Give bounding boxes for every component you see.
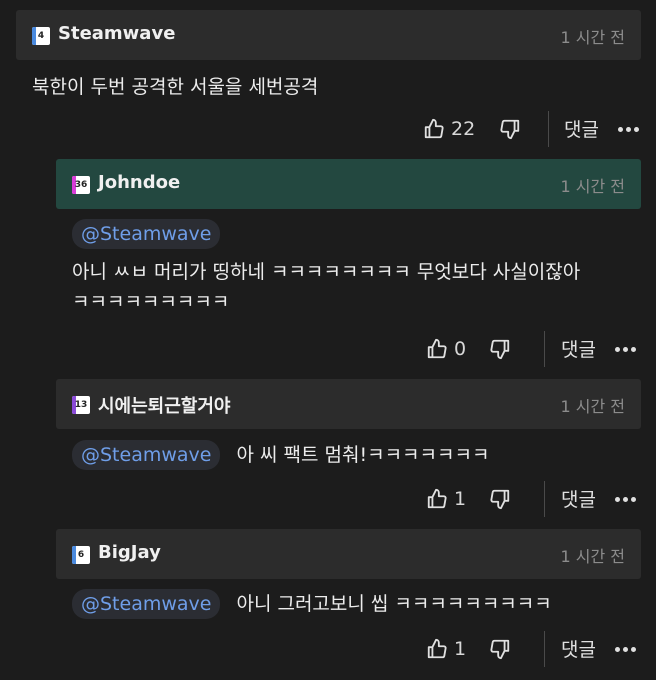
comment-header: 13 시에는퇴근할거야 1 시간 전 — [56, 379, 641, 429]
dislike-button[interactable] — [489, 481, 511, 517]
reply-button[interactable]: 댓글 — [561, 335, 596, 362]
comment-text: 아니 ㅆㅂ 머리가 띵하네 ㅋㅋㅋㅋㅋㅋㅋㅋ 무엇보다 사실이잖아 ㅋㅋㅋㅋㅋㅋ… — [72, 261, 581, 313]
comment-text: 아 씨 팩트 멈춰!ㅋㅋㅋㅋㅋㅋㅋ — [236, 444, 490, 466]
comment-text: 북한이 두번 공격한 서울을 세번공격 — [32, 76, 319, 98]
more-options-button[interactable] — [615, 331, 636, 367]
more-dots-icon — [615, 346, 620, 352]
more-options-button[interactable] — [615, 481, 636, 517]
level-badge-icon: 36 — [72, 176, 90, 194]
mention-tag[interactable]: @Steamwave — [72, 440, 221, 470]
comment-text: 아니 그러고보니 씹 ㅋㅋㅋㅋㅋㅋㅋㅋㅋ — [236, 593, 552, 615]
like-button[interactable]: 0 — [426, 331, 466, 367]
more-options-button[interactable] — [618, 111, 639, 147]
dislike-button[interactable] — [499, 111, 521, 147]
level-badge-icon: 4 — [32, 27, 50, 45]
more-dots-icon — [618, 126, 623, 132]
like-button[interactable]: 1 — [426, 631, 466, 667]
action-divider — [544, 481, 545, 517]
comment-steamwave: 4 Steamwave 1 시간 전 북한이 두번 공격한 서울을 세번공격 2… — [16, 10, 641, 160]
like-button[interactable]: 1 — [426, 481, 466, 517]
level-badge-icon: 13 — [72, 396, 90, 414]
thumbs-up-icon — [427, 338, 447, 359]
username[interactable]: Johndoe — [98, 172, 180, 193]
comment-reply-3: 13 시에는퇴근할거야 1 시간 전 @Steamwave 아 씨 팩트 멈춰!… — [56, 379, 641, 524]
comment-johndoe: 36 Johndoe 1 시간 전 @Steamwave 아니 ㅆㅂ 머리가 띵… — [56, 159, 641, 374]
thumbs-up-icon — [424, 118, 444, 139]
timestamp: 1 시간 전 — [560, 397, 625, 416]
like-count: 1 — [454, 638, 467, 660]
more-dots-icon — [615, 496, 620, 502]
thumbs-up-icon — [427, 638, 447, 659]
thumbs-down-icon — [490, 339, 510, 360]
timestamp: 1 시간 전 — [560, 547, 625, 566]
mention-tag[interactable]: @Steamwave — [72, 589, 221, 619]
comment-header: 4 Steamwave 1 시간 전 — [16, 10, 641, 60]
action-divider — [544, 631, 545, 667]
action-divider — [544, 331, 545, 367]
comment-actions: 22 댓글 — [381, 111, 641, 147]
reply-button[interactable]: 댓글 — [564, 115, 599, 142]
comment-actions: 1 댓글 — [426, 481, 641, 517]
dislike-button[interactable] — [489, 631, 511, 667]
timestamp: 1 시간 전 — [560, 177, 625, 196]
more-options-button[interactable] — [615, 631, 636, 667]
action-divider — [548, 111, 549, 147]
comment-actions: 1 댓글 — [426, 631, 641, 667]
mention-tag[interactable]: @Steamwave — [72, 219, 221, 249]
level-badge-icon: 6 — [72, 546, 90, 564]
comment-header: 36 Johndoe 1 시간 전 — [56, 159, 641, 209]
dislike-button[interactable] — [489, 331, 511, 367]
like-count: 22 — [451, 118, 476, 140]
username[interactable]: 시에는퇴근할거야 — [98, 392, 230, 418]
comment-bigjay: 6 BigJay 1 시간 전 @Steamwave 아니 그러고보니 씹 ㅋㅋ… — [56, 529, 641, 679]
username[interactable]: Steamwave — [58, 23, 175, 44]
comment-actions: 0 댓글 — [426, 331, 641, 367]
like-count: 1 — [454, 488, 467, 510]
reply-button[interactable]: 댓글 — [561, 635, 596, 662]
comment-header: 6 BigJay 1 시간 전 — [56, 529, 641, 579]
thumbs-down-icon — [490, 489, 510, 510]
more-dots-icon — [615, 646, 620, 652]
thumbs-down-icon — [490, 639, 510, 660]
like-count: 0 — [454, 338, 467, 360]
username[interactable]: BigJay — [98, 542, 161, 563]
reply-button[interactable]: 댓글 — [561, 485, 596, 512]
thumbs-down-icon — [500, 119, 520, 140]
timestamp: 1 시간 전 — [560, 28, 625, 47]
like-button[interactable]: 22 — [423, 111, 475, 147]
thumbs-up-icon — [427, 488, 447, 509]
